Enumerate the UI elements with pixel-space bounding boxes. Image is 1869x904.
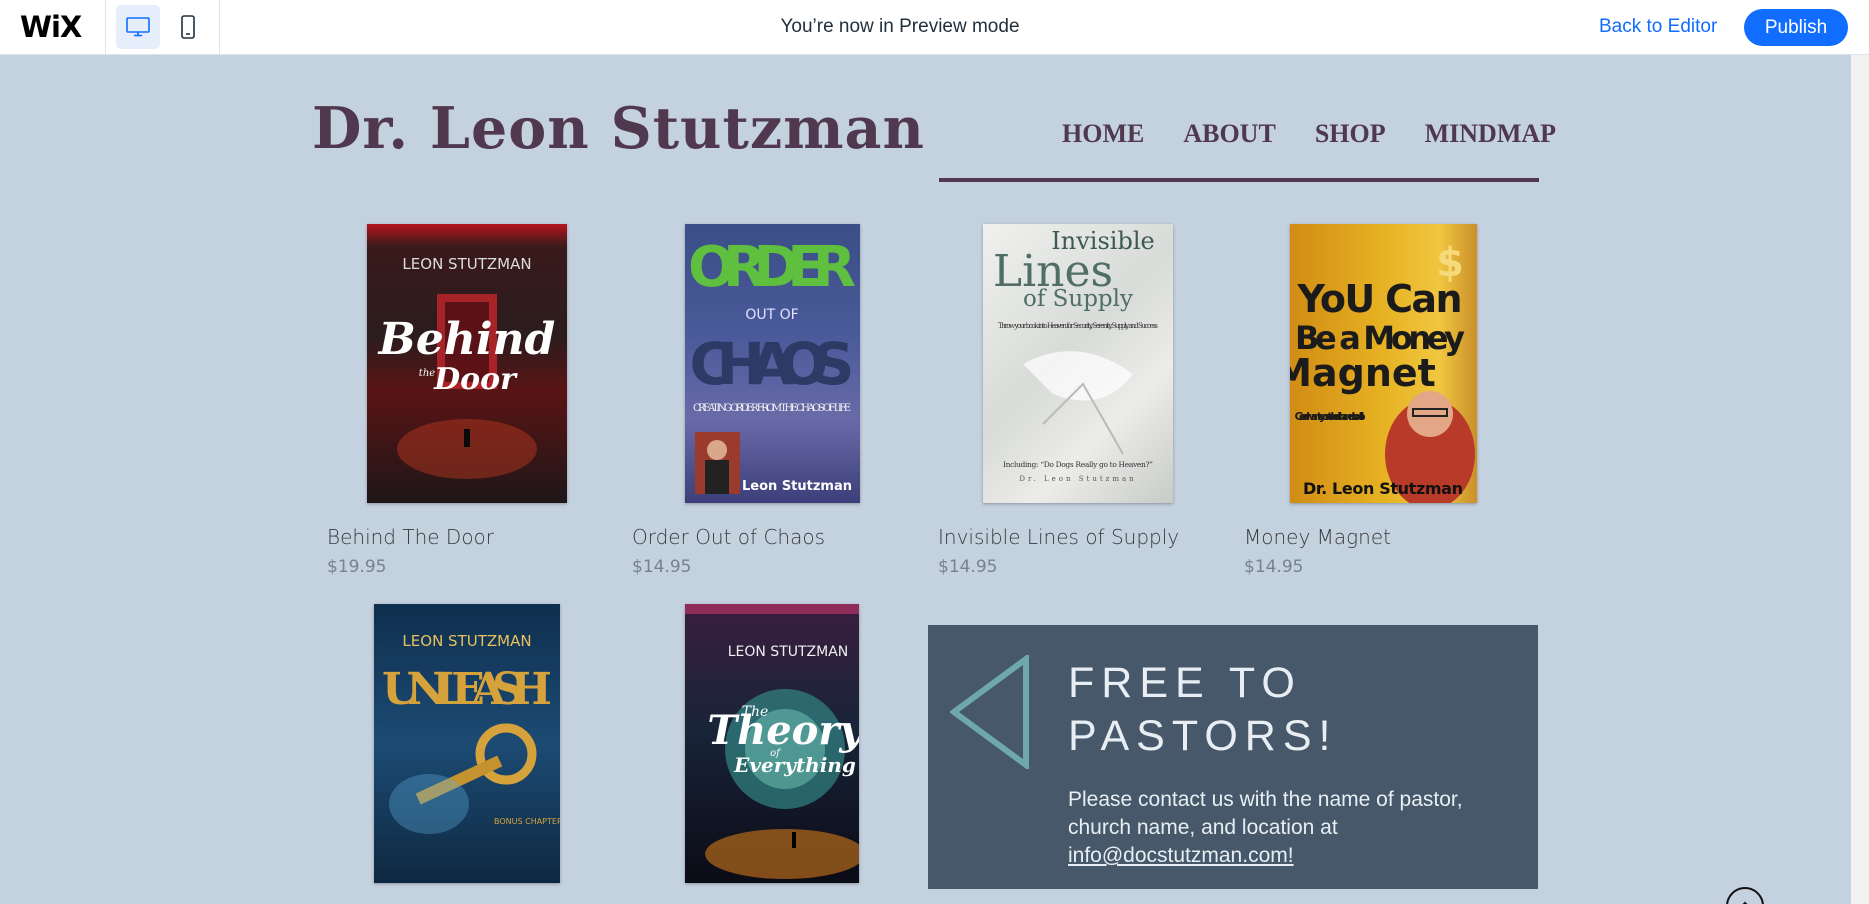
main-nav: HOME ABOUT SHOP MINDMAP bbox=[1062, 119, 1595, 149]
svg-text:God wants you to be rich and s: God wants you to be rich and so do I bbox=[1294, 410, 1366, 423]
book-cover-art: Invisible Lines of Supply Throw your boo… bbox=[993, 227, 1159, 483]
svg-text:LEON STUTZMAN: LEON STUTZMAN bbox=[728, 644, 849, 660]
svg-text:UNLEASH: UNLEASH bbox=[382, 664, 552, 715]
product-price: $14.95 bbox=[938, 557, 998, 577]
svg-text:Everything: Everything bbox=[733, 753, 856, 777]
product-name[interactable]: Money Magnet bbox=[1244, 525, 1391, 549]
book-cover-art: ORDER OUT OF CHAOS CREATING ORDER FROM T… bbox=[688, 235, 856, 494]
product-image-theory-of-everything[interactable]: LEON STUTZMAN The Theory of Everything bbox=[685, 604, 859, 883]
product-price: $14.95 bbox=[632, 557, 692, 577]
triangle-arrow-icon bbox=[950, 655, 1029, 769]
product-image-invisible-lines[interactable]: Invisible Lines of Supply Throw your boo… bbox=[983, 224, 1173, 503]
product-price: $14.95 bbox=[1244, 557, 1304, 577]
site-title[interactable]: Dr. Leon Stutzman bbox=[312, 95, 925, 162]
scrollbar[interactable] bbox=[1851, 55, 1869, 904]
product-name[interactable]: Order Out of Chaos bbox=[632, 525, 825, 549]
svg-text:Behind: Behind bbox=[377, 314, 556, 365]
svg-text:Leon Stutzman: Leon Stutzman bbox=[742, 479, 852, 494]
chevron-up-icon bbox=[1742, 901, 1748, 904]
product-image-behind-the-door[interactable]: LEON STUTZMAN Behind the Door bbox=[367, 224, 567, 503]
book-cover-art: LEON STUTZMAN Behind the Door bbox=[377, 255, 556, 479]
product-image-unleash[interactable]: LEON STUTZMAN UNLEASH BONUS CHAPTER bbox=[374, 604, 560, 883]
nav-home[interactable]: HOME bbox=[1062, 119, 1144, 149]
promo-text: Please contact us with the name of pasto… bbox=[1068, 788, 1463, 867]
svg-text:Dr. Leon Stutzman: Dr. Leon Stutzman bbox=[1303, 479, 1463, 498]
publish-button[interactable]: Publish bbox=[1744, 9, 1848, 46]
site-preview: Dr. Leon Stutzman HOME ABOUT SHOP MINDMA… bbox=[0, 55, 1851, 904]
svg-text:Dr. Leon Stutzman: Dr. Leon Stutzman bbox=[1019, 475, 1136, 483]
svg-text:Throw your book into Heaven fo: Throw your book into Heaven for Security… bbox=[998, 322, 1158, 330]
svg-text:the: the bbox=[419, 368, 435, 379]
nav-underline bbox=[939, 178, 1539, 182]
nav-mindmap[interactable]: MINDMAP bbox=[1425, 119, 1556, 149]
svg-text:Magnet: Magnet bbox=[1290, 351, 1436, 395]
svg-text:BONUS CHAPTER: BONUS CHAPTER bbox=[494, 817, 560, 826]
product-image-order-out-of-chaos[interactable]: ORDER OUT OF CHAOS CREATING ORDER FROM T… bbox=[685, 224, 860, 503]
svg-text:of Supply: of Supply bbox=[1023, 286, 1133, 312]
product-name[interactable]: Behind The Door bbox=[327, 525, 494, 549]
svg-text:CHAOS: CHAOS bbox=[690, 330, 855, 398]
book-cover-art: $ YoU Can Be a Money Magnet God wants yo… bbox=[1290, 240, 1475, 503]
svg-text:YoU Can: YoU Can bbox=[1297, 277, 1463, 321]
svg-text:Including: “Do Dogs Really go: Including: “Do Dogs Really go to Heaven?… bbox=[1003, 460, 1153, 469]
back-to-editor-link[interactable]: Back to Editor bbox=[1599, 16, 1717, 38]
promo-box: FREE TO PASTORS! Please contact us with … bbox=[928, 625, 1538, 889]
svg-text:LEON STUTZMAN: LEON STUTZMAN bbox=[402, 632, 531, 650]
product-price: $19.95 bbox=[327, 557, 387, 577]
nav-about[interactable]: ABOUT bbox=[1183, 119, 1275, 149]
book-cover-art: LEON STUTZMAN UNLEASH BONUS CHAPTER bbox=[382, 632, 560, 834]
preview-toolbar: WiX You’re now in Preview mode Back to E… bbox=[0, 0, 1869, 55]
svg-text:CREATING ORDER FROM THE CHAOS: CREATING ORDER FROM THE CHAOS OF LIFE bbox=[693, 403, 851, 414]
preview-mode-message: You’re now in Preview mode bbox=[780, 16, 1020, 37]
email-link[interactable]: info@docstutzman.com! bbox=[1068, 844, 1294, 867]
back-to-top-button[interactable] bbox=[1726, 887, 1764, 904]
svg-text:Theory: Theory bbox=[707, 707, 859, 754]
svg-text:Door: Door bbox=[433, 362, 518, 397]
nav-shop[interactable]: SHOP bbox=[1315, 119, 1386, 149]
svg-text:ORDER: ORDER bbox=[688, 235, 856, 300]
svg-text:LEON STUTZMAN: LEON STUTZMAN bbox=[402, 255, 531, 273]
product-name[interactable]: Invisible Lines of Supply bbox=[938, 525, 1179, 549]
product-image-money-magnet[interactable]: $ YoU Can Be a Money Magnet God wants yo… bbox=[1290, 224, 1477, 503]
svg-text:OUT OF: OUT OF bbox=[745, 307, 798, 323]
promo-title: FREE TO PASTORS! bbox=[1068, 659, 1338, 760]
book-cover-art: LEON STUTZMAN The Theory of Everything bbox=[685, 604, 859, 879]
